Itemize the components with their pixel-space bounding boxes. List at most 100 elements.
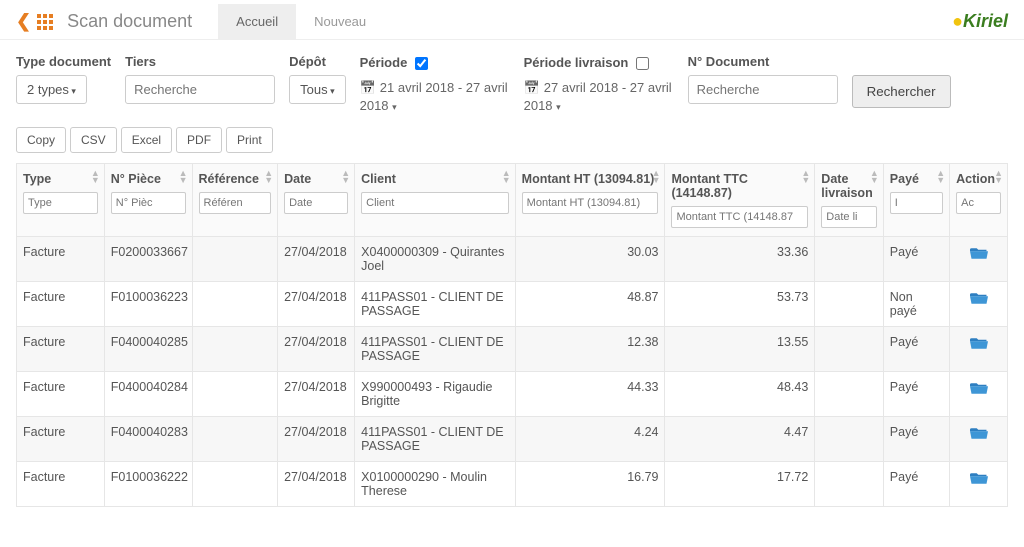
cell-ttc: 13.55 xyxy=(665,327,815,372)
apps-grid-icon[interactable] xyxy=(37,14,53,30)
filter-periode: Période 21 avril 2018 - 27 avril 2018 ▾ xyxy=(360,54,510,115)
cell-action xyxy=(950,372,1008,417)
open-folder-icon[interactable] xyxy=(970,335,988,349)
periode-livraison-checkbox[interactable] xyxy=(636,57,649,70)
topbar: ❮ Scan document Accueil Nouveau ●Kiriel xyxy=(0,0,1024,40)
print-button[interactable]: Print xyxy=(226,127,273,153)
periode-livraison-range[interactable]: 27 avril 2018 - 27 avril 2018 ▾ xyxy=(524,79,674,115)
col-type[interactable]: Type▲▼ xyxy=(17,164,105,237)
periode-checkbox[interactable] xyxy=(415,57,428,70)
cell-action xyxy=(950,282,1008,327)
open-folder-icon[interactable] xyxy=(970,380,988,394)
filter-client[interactable] xyxy=(361,192,509,214)
sort-icon: ▲▼ xyxy=(264,170,273,183)
open-folder-icon[interactable] xyxy=(970,245,988,259)
filter-num-document: N° Document xyxy=(688,54,838,104)
brand-logo: ●Kiriel xyxy=(952,11,1008,32)
cell-date: 27/04/2018 xyxy=(278,417,355,462)
filter-ttc[interactable] xyxy=(671,206,808,228)
pdf-button[interactable]: PDF xyxy=(176,127,222,153)
cell-type: Facture xyxy=(17,282,105,327)
cell-date: 27/04/2018 xyxy=(278,282,355,327)
tiers-input[interactable] xyxy=(125,75,275,104)
periode-livraison-label: Période livraison xyxy=(524,54,674,73)
data-table: Type▲▼ N° Pièce▲▼ Référence▲▼ Date▲▼ Cli… xyxy=(16,163,1008,507)
filter-liv[interactable] xyxy=(821,206,876,228)
cell-liv xyxy=(815,327,883,372)
cell-ttc: 48.43 xyxy=(665,372,815,417)
cell-piece: F0100036223 xyxy=(104,282,192,327)
cell-ttc: 17.72 xyxy=(665,462,815,507)
open-folder-icon[interactable] xyxy=(970,290,988,304)
csv-button[interactable]: CSV xyxy=(70,127,117,153)
cell-action xyxy=(950,327,1008,372)
table-body: FactureF020003366727/04/2018X0400000309 … xyxy=(17,237,1008,507)
cell-date: 27/04/2018 xyxy=(278,372,355,417)
table-row: FactureF040004028427/04/2018X990000493 -… xyxy=(17,372,1008,417)
col-paye[interactable]: Payé▲▼ xyxy=(883,164,949,237)
excel-button[interactable]: Excel xyxy=(121,127,172,153)
filter-periode-livraison: Période livraison 27 avril 2018 - 27 avr… xyxy=(524,54,674,115)
sort-icon: ▲▼ xyxy=(91,170,100,183)
back-icon[interactable]: ❮ xyxy=(16,11,31,32)
col-montant-ttc[interactable]: Montant TTC (14148.87)▲▼ xyxy=(665,164,815,237)
filter-depot: Dépôt Tous xyxy=(289,54,346,104)
col-piece[interactable]: N° Pièce▲▼ xyxy=(104,164,192,237)
num-document-input[interactable] xyxy=(688,75,838,104)
col-client[interactable]: Client▲▼ xyxy=(355,164,516,237)
open-folder-icon[interactable] xyxy=(970,425,988,439)
search-button[interactable]: Rechercher xyxy=(852,75,951,108)
type-document-dropdown[interactable]: 2 types xyxy=(16,75,87,104)
filter-paye[interactable] xyxy=(890,192,943,214)
filter-action[interactable] xyxy=(956,192,1001,214)
sort-icon: ▲▼ xyxy=(936,170,945,183)
depot-label: Dépôt xyxy=(289,54,346,69)
sort-icon: ▲▼ xyxy=(870,170,879,183)
cell-date: 27/04/2018 xyxy=(278,237,355,282)
periode-label: Période xyxy=(360,54,510,73)
open-folder-icon[interactable] xyxy=(970,470,988,484)
cell-piece: F0200033667 xyxy=(104,237,192,282)
cell-piece: F0400040285 xyxy=(104,327,192,372)
col-ref[interactable]: Référence▲▼ xyxy=(192,164,278,237)
filter-date[interactable] xyxy=(284,192,348,214)
cell-ht: 44.33 xyxy=(515,372,665,417)
filter-ref[interactable] xyxy=(199,192,272,214)
calendar-icon xyxy=(524,80,544,95)
cell-paye: Payé xyxy=(883,462,949,507)
sort-icon: ▲▼ xyxy=(652,170,661,183)
copy-button[interactable]: Copy xyxy=(16,127,66,153)
filter-type[interactable] xyxy=(23,192,98,214)
table-header-row: Type▲▼ N° Pièce▲▼ Référence▲▼ Date▲▼ Cli… xyxy=(17,164,1008,237)
cell-paye: Non payé xyxy=(883,282,949,327)
tab-accueil[interactable]: Accueil xyxy=(218,4,296,39)
col-date[interactable]: Date▲▼ xyxy=(278,164,355,237)
cell-ref xyxy=(192,372,278,417)
filter-ht[interactable] xyxy=(522,192,659,214)
periode-range[interactable]: 21 avril 2018 - 27 avril 2018 ▾ xyxy=(360,79,510,115)
data-table-wrap: Type▲▼ N° Pièce▲▼ Référence▲▼ Date▲▼ Cli… xyxy=(0,163,1024,507)
col-montant-ht[interactable]: Montant HT (13094.81)▲▼ xyxy=(515,164,665,237)
cell-ht: 4.24 xyxy=(515,417,665,462)
depot-dropdown[interactable]: Tous xyxy=(289,75,346,104)
filter-piece[interactable] xyxy=(111,192,186,214)
sort-icon: ▲▼ xyxy=(179,170,188,183)
sort-icon: ▲▼ xyxy=(994,170,1003,183)
cell-client: 411PASS01 - CLIENT DE PASSAGE xyxy=(355,417,516,462)
filter-tiers: Tiers xyxy=(125,54,275,104)
num-document-label: N° Document xyxy=(688,54,838,69)
filter-type-document: Type document 2 types xyxy=(16,54,111,104)
cell-client: X990000493 - Rigaudie Brigitte xyxy=(355,372,516,417)
cell-paye: Payé xyxy=(883,372,949,417)
cell-type: Facture xyxy=(17,462,105,507)
calendar-icon xyxy=(360,80,380,95)
cell-ref xyxy=(192,417,278,462)
tab-nouveau[interactable]: Nouveau xyxy=(296,4,384,39)
cell-client: X0100000290 - Moulin Therese xyxy=(355,462,516,507)
cell-paye: Payé xyxy=(883,327,949,372)
page-title: Scan document xyxy=(67,11,192,32)
cell-ttc: 33.36 xyxy=(665,237,815,282)
cell-ref xyxy=(192,282,278,327)
col-date-livraison[interactable]: Date livraison▲▼ xyxy=(815,164,883,237)
col-action[interactable]: Action▲▼ xyxy=(950,164,1008,237)
